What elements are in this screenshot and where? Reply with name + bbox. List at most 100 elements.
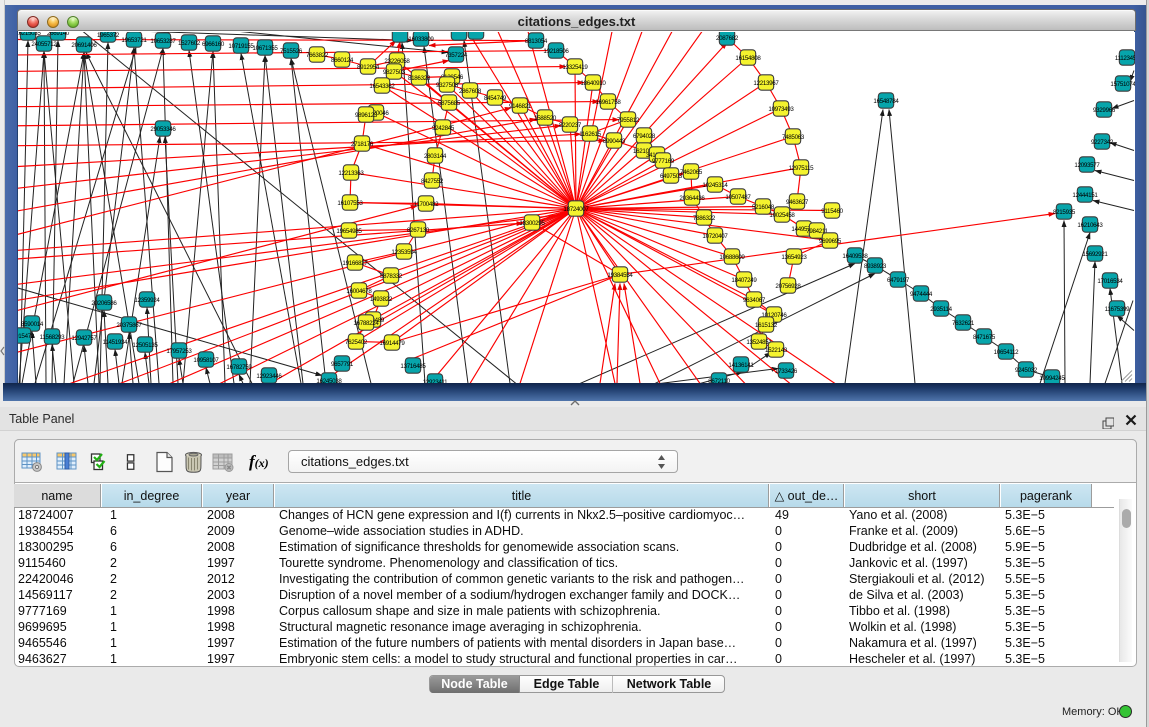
svg-text:10688609: 10688609	[719, 253, 745, 260]
svg-text:7632621: 7632621	[952, 319, 975, 326]
svg-text:8672110: 8672110	[708, 377, 730, 383]
svg-text:8186328: 8186328	[408, 74, 431, 81]
svg-text:10653287: 10653287	[150, 37, 176, 44]
svg-text:16961758: 16961758	[595, 98, 621, 105]
svg-text:10719155: 10719155	[228, 42, 254, 49]
svg-text:10507487: 10507487	[725, 193, 751, 200]
svg-text:8454749: 8454749	[484, 94, 507, 101]
svg-text:20756928: 20756928	[775, 282, 801, 289]
svg-text:14136141: 14136141	[728, 361, 754, 368]
svg-text:16543362: 16543362	[369, 82, 395, 89]
svg-text:16107553: 16107553	[337, 199, 363, 206]
svg-text:10025458: 10025458	[769, 211, 795, 218]
svg-text:7485063: 7485063	[782, 133, 805, 140]
svg-text:2669140: 2669140	[47, 32, 70, 37]
svg-text:9115460: 9115460	[821, 207, 843, 214]
svg-text:12923411: 12923411	[423, 378, 449, 383]
svg-text:2867608: 2867608	[459, 87, 482, 94]
svg-text:12093577: 12093577	[1074, 161, 1100, 168]
svg-text:9657791: 9657791	[331, 360, 354, 367]
svg-text:1588520: 1588520	[534, 114, 557, 121]
svg-text:6479197: 6479197	[887, 276, 910, 283]
svg-text:1162615: 1162615	[579, 130, 601, 137]
svg-text:9242845: 9242845	[432, 124, 455, 131]
svg-text:12359924: 12359924	[134, 296, 160, 303]
svg-text:20691406: 20691406	[71, 41, 97, 48]
svg-text:8912954: 8912954	[357, 63, 380, 70]
svg-text:16245038: 16245038	[316, 377, 342, 383]
svg-text:18724007: 18724007	[563, 205, 589, 212]
svg-text:9146821: 9146821	[509, 102, 532, 109]
svg-text:8938923: 8938923	[864, 262, 887, 269]
svg-text:9699695: 9699695	[819, 237, 842, 244]
svg-text:18300295: 18300295	[519, 219, 545, 226]
svg-text:16004678: 16004678	[346, 287, 372, 294]
svg-text:10245314: 10245314	[702, 181, 728, 188]
svg-text:11700482: 11700482	[414, 200, 440, 207]
svg-text:9227342: 9227342	[1091, 138, 1114, 145]
svg-text:20364436: 20364436	[679, 194, 705, 201]
svg-text:12942757: 12942757	[71, 334, 97, 341]
svg-text:12923446: 12923446	[256, 372, 282, 379]
svg-text:1965372: 1965372	[97, 32, 120, 39]
svg-text:7663822: 7663822	[306, 51, 329, 58]
svg-text:29053346: 29053346	[150, 125, 176, 132]
svg-text:8215935: 8215935	[1053, 208, 1076, 215]
svg-text:17957253: 17957253	[166, 347, 192, 354]
svg-text:24055712: 24055712	[31, 40, 57, 47]
svg-text:16210643: 16210643	[1077, 221, 1103, 228]
svg-text:1733426: 1733426	[775, 367, 798, 374]
svg-text:20206586: 20206586	[91, 299, 117, 306]
svg-text:8990443: 8990443	[603, 137, 626, 144]
svg-text:7515526: 7515526	[280, 47, 303, 54]
svg-text:19384554: 19384554	[607, 271, 633, 278]
svg-text:10973493: 10973493	[768, 105, 794, 112]
svg-text:9827503: 9827503	[383, 68, 406, 75]
svg-text:9634067: 9634067	[743, 296, 766, 303]
svg-text:12213363: 12213363	[338, 169, 364, 176]
svg-text:15692921: 15692921	[1082, 250, 1108, 257]
svg-text:19218506: 19218506	[543, 47, 569, 54]
svg-text:7955812: 7955812	[617, 116, 640, 123]
svg-text:8220237: 8220237	[559, 121, 582, 128]
svg-text:16409538: 16409538	[842, 252, 868, 259]
svg-text:19166827: 19166827	[342, 259, 368, 266]
svg-text:9474444: 9474444	[910, 290, 933, 297]
svg-text:12444151: 12444151	[1072, 191, 1098, 198]
svg-text:9463627: 9463627	[786, 198, 809, 205]
svg-text:16782759: 16782759	[226, 363, 252, 370]
svg-text:3915472: 3915472	[18, 332, 35, 339]
svg-text:10994245: 10994245	[1039, 374, 1065, 381]
svg-text:9245032: 9245032	[1015, 366, 1038, 373]
svg-text:7357224: 7357224	[445, 51, 468, 58]
svg-text:16548784: 16548784	[873, 97, 899, 104]
svg-text:11568293: 11568293	[40, 333, 66, 340]
svg-text:16788224: 16788224	[353, 319, 379, 326]
svg-text:8471675: 8471675	[973, 333, 996, 340]
svg-text:13325419: 13325419	[562, 63, 588, 70]
svg-text:8660124: 8660124	[331, 56, 354, 63]
svg-text:11451934: 11451934	[103, 338, 129, 345]
svg-text:5216048: 5216048	[752, 203, 775, 210]
svg-text:9896123: 9896123	[355, 111, 378, 118]
svg-text:10958107: 10958107	[193, 356, 219, 363]
svg-text:9327508: 9327508	[436, 81, 459, 88]
svg-text:16154808: 16154808	[735, 54, 761, 61]
svg-text:8267130: 8267130	[407, 226, 430, 233]
svg-text:16914479: 16914479	[379, 339, 405, 346]
svg-text:10720407: 10720407	[702, 232, 728, 239]
svg-text:7886322: 7886322	[693, 214, 716, 221]
svg-text:6966160: 6966160	[202, 40, 225, 47]
svg-text:19654985: 19654985	[336, 227, 362, 234]
svg-text:10671355: 10671355	[252, 44, 278, 51]
svg-text:2803144: 2803144	[424, 152, 447, 159]
svg-text:8590014: 8590014	[21, 320, 44, 327]
svg-text:1615132: 1615132	[755, 321, 778, 328]
svg-text:15751074: 15751074	[1110, 80, 1134, 87]
svg-text:7462065: 7462065	[680, 168, 703, 175]
svg-text:13654923: 13654923	[781, 253, 807, 260]
svg-text:1527602: 1527602	[178, 39, 201, 46]
svg-text:8427552: 8427552	[421, 177, 444, 184]
svg-text:12353594: 12353594	[391, 248, 417, 255]
svg-text:5878332: 5878332	[380, 272, 403, 279]
